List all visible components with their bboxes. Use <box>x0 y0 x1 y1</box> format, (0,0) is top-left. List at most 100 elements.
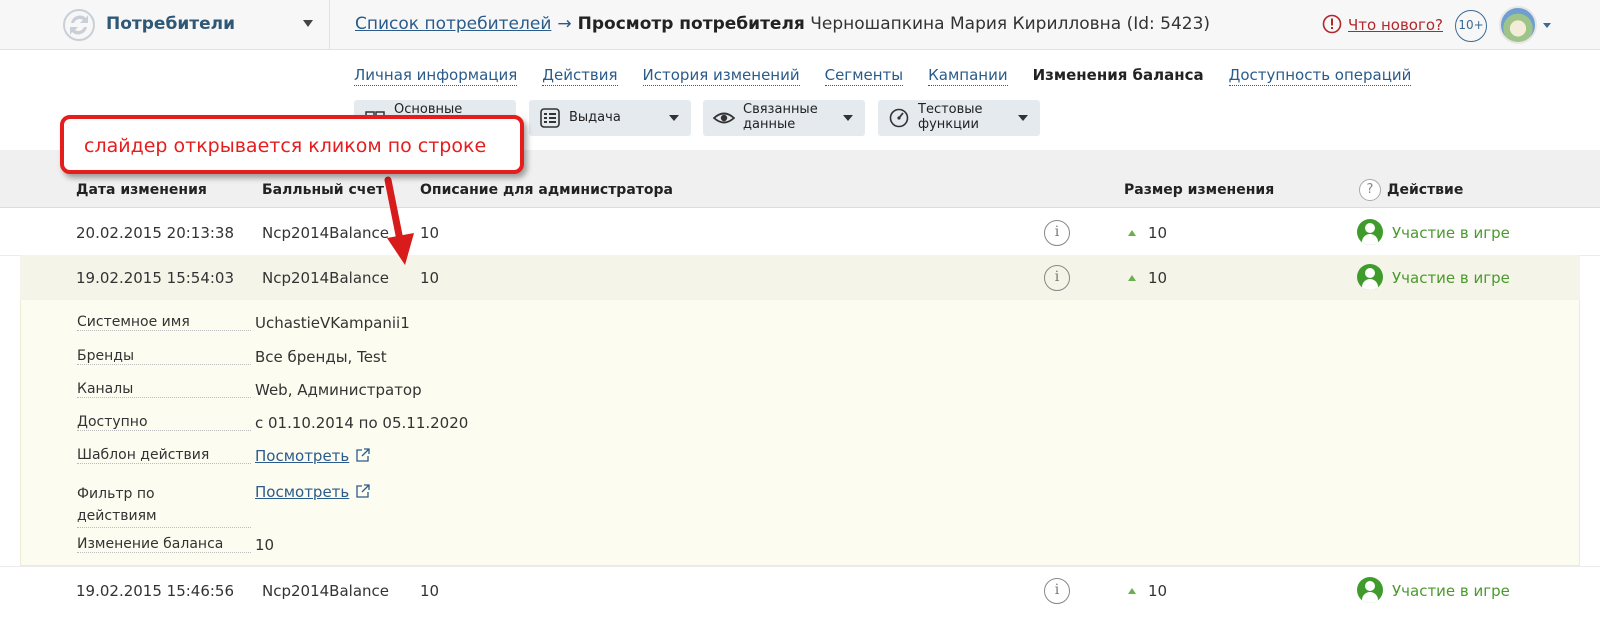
detail-label-line2: действиям <box>77 505 251 528</box>
section-switcher[interactable]: Потребители <box>0 0 330 50</box>
row-date: 20.02.2015 20:13:38 <box>76 224 235 242</box>
detail-system-name: Системное имя UchastieVKampanii1 <box>77 314 410 332</box>
detail-value: с 01.10.2014 по 05.11.2020 <box>255 414 469 432</box>
test-functions-label-line1: Тестовые <box>918 102 983 117</box>
detail-filter: Фильтр по действиям Посмотреть <box>77 483 370 528</box>
user-icon <box>1357 219 1383 245</box>
section-name: Потребители <box>106 14 235 34</box>
alert-icon <box>1322 14 1342 34</box>
detail-balance-change: Изменение баланса 10 <box>77 536 274 554</box>
test-functions-label-line2: функции <box>918 117 979 132</box>
test-functions-dropdown-button[interactable]: Тестовые функции <box>878 100 1040 136</box>
breadcrumb: Список потребителей → Просмотр потребителя… <box>355 14 1210 34</box>
row-action[interactable]: Участие в игре <box>1392 224 1510 242</box>
info-icon[interactable]: i <box>1044 578 1070 604</box>
consumer-tabs: Личная информация Действия История измен… <box>354 66 1412 86</box>
breadcrumb-arrow: → <box>557 14 572 34</box>
top-bar: Потребители Список потребителей → Просмотр… <box>0 0 1600 50</box>
row-size: 10 <box>1148 224 1168 242</box>
related-data-label-line2: данные <box>743 117 796 132</box>
column-header-description[interactable]: Описание для администратора <box>420 182 673 198</box>
notifications-badge[interactable]: 10+ <box>1455 10 1487 42</box>
detail-label: Фильтр по действиям <box>77 483 251 528</box>
tab-segments[interactable]: Сегменты <box>824 66 904 86</box>
filter-view-link[interactable]: Посмотреть <box>255 483 349 501</box>
chevron-down-icon <box>843 115 853 121</box>
detail-label: Каналы <box>77 381 251 398</box>
tab-balance-changes[interactable]: Изменения баланса <box>1033 66 1204 86</box>
column-header-size[interactable]: Размер изменения <box>1124 182 1274 198</box>
info-icon[interactable]: i <box>1044 265 1070 291</box>
annotation-text: слайдер открывается кликом по строке <box>84 135 487 157</box>
tab-personal-info[interactable]: Личная информация <box>354 66 518 86</box>
related-data-label-line1: Связанные <box>743 102 818 117</box>
row-account: Ncp2014Balance <box>262 224 389 242</box>
row-divider <box>0 566 1600 567</box>
breadcrumb-consumers-link[interactable]: Список потребителей <box>355 14 551 34</box>
tab-campaigns[interactable]: Кампании <box>928 66 1008 86</box>
related-data-dropdown-button[interactable]: Связанные данные <box>703 100 865 136</box>
row-account: Ncp2014Balance <box>262 269 389 287</box>
detail-value: UchastieVKampanii1 <box>255 314 410 332</box>
detail-label: Бренды <box>77 348 251 365</box>
user-icon <box>1357 264 1383 290</box>
tab-change-history[interactable]: История изменений <box>642 66 800 86</box>
chevron-down-icon <box>669 115 679 121</box>
increase-arrow-icon <box>1128 588 1136 594</box>
gauge-icon <box>889 108 909 128</box>
detail-label-line1: Фильтр по <box>77 486 155 502</box>
column-header-date[interactable]: Дата изменения <box>76 182 207 198</box>
avatar[interactable] <box>1499 6 1537 44</box>
consumer-name: Черношапкина Мария Кирилловна (Id: 5423) <box>810 14 1211 34</box>
eye-icon <box>713 112 735 124</box>
issue-dropdown-button[interactable]: Выдача <box>529 100 691 136</box>
detail-brands: Бренды Все бренды, Test <box>77 348 387 366</box>
detail-template: Шаблон действия Посмотреть <box>77 447 370 465</box>
detail-label: Изменение баланса <box>77 536 251 553</box>
detail-value: Web, Администратор <box>255 381 422 399</box>
chevron-down-icon[interactable] <box>303 20 313 27</box>
annotation-callout: слайдер открывается кликом по строке <box>60 115 524 174</box>
detail-label: Шаблон действия <box>77 447 251 464</box>
row-date: 19.02.2015 15:54:03 <box>76 269 235 287</box>
external-link-icon[interactable] <box>355 483 371 499</box>
row-details-slider: Системное имя UchastieVKampanii1 Бренды … <box>20 300 1580 566</box>
row-action[interactable]: Участие в игре <box>1392 582 1510 600</box>
row-size: 10 <box>1148 269 1168 287</box>
row-description: 10 <box>420 582 440 600</box>
row-account: Ncp2014Balance <box>262 582 389 600</box>
table-row-selected[interactable]: 19.02.2015 15:54:03 Ncp2014Balance 10 i … <box>20 255 1580 301</box>
detail-value: 10 <box>255 536 275 554</box>
detail-label: Системное имя <box>77 314 251 331</box>
whats-new[interactable]: Что нового? <box>1322 14 1443 34</box>
detail-value: Посмотреть <box>255 483 371 501</box>
chevron-down-icon[interactable] <box>1543 23 1551 28</box>
template-view-link[interactable]: Посмотреть <box>255 447 349 465</box>
column-header-account[interactable]: Балльный счет <box>262 182 384 198</box>
row-size: 10 <box>1148 582 1168 600</box>
user-icon <box>1357 577 1383 603</box>
table-row[interactable]: 20.02.2015 20:13:38 Ncp2014Balance 10 i … <box>0 210 1600 256</box>
external-link-icon[interactable] <box>355 447 371 463</box>
tab-operations-availability[interactable]: Доступность операций <box>1228 66 1412 86</box>
related-data-label: Связанные данные <box>743 102 818 132</box>
detail-channels: Каналы Web, Администратор <box>77 381 422 399</box>
whats-new-link[interactable]: Что нового? <box>1348 16 1443 34</box>
test-functions-label: Тестовые функции <box>918 102 983 132</box>
list-icon <box>540 108 560 128</box>
issue-dropdown-label: Выдача <box>569 110 621 125</box>
sync-logo-icon <box>63 9 95 41</box>
table-row[interactable]: 19.02.2015 15:46:56 Ncp2014Balance 10 i … <box>0 568 1600 614</box>
tab-actions[interactable]: Действия <box>542 66 618 86</box>
row-date: 19.02.2015 15:46:56 <box>76 582 235 600</box>
detail-label: Доступно <box>77 414 251 431</box>
row-action[interactable]: Участие в игре <box>1392 269 1510 287</box>
detail-available: Доступно с 01.10.2014 по 05.11.2020 <box>77 414 468 432</box>
help-icon[interactable]: ? <box>1359 179 1381 201</box>
increase-arrow-icon <box>1128 275 1136 281</box>
column-header-action[interactable]: Действие <box>1387 182 1463 198</box>
chevron-down-icon <box>1018 115 1028 121</box>
row-description: 10 <box>420 224 440 242</box>
info-icon[interactable]: i <box>1044 220 1070 246</box>
detail-value: Все бренды, Test <box>255 348 387 366</box>
